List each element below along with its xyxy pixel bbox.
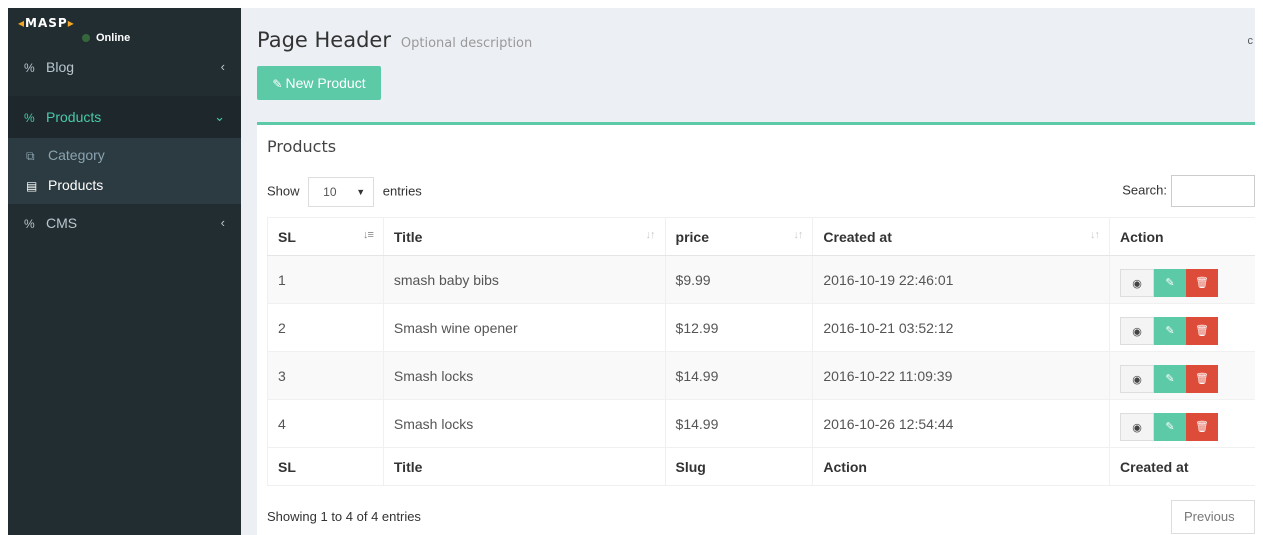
- app-frame: ◂MASP▸ Online % Blog ‹ % Products ⌄ ⧉ Categ…: [8, 8, 1255, 535]
- eye-icon[interactable]: ◉: [1120, 364, 1155, 393]
- footer-action: Action: [812, 447, 1111, 486]
- trash-icon[interactable]: 🗑: [1186, 268, 1219, 297]
- category-icon: ⧉: [26, 149, 35, 163]
- footer-created-at: Created at: [1109, 447, 1255, 486]
- table-row: 1 smash baby bibs $9.99 2016-10-19 22:46…: [267, 255, 1255, 304]
- chevron-left-icon: ‹: [220, 215, 225, 230]
- column-header-title[interactable]: Title ↓↑: [382, 217, 666, 256]
- eye-icon[interactable]: ◉: [1120, 412, 1155, 441]
- trash-icon[interactable]: 🗑: [1186, 316, 1219, 345]
- cell-actions: ◉ ✎ 🗑: [1109, 255, 1255, 304]
- page-title: Page Header: [257, 28, 391, 52]
- cell-actions: ◉ ✎ 🗑: [1109, 303, 1255, 352]
- cell-actions: ◉ ✎ 🗑: [1109, 399, 1255, 448]
- sidebar-item-blog[interactable]: % Blog ‹: [8, 48, 241, 86]
- cell-created-at: 2016-10-22 11:09:39: [812, 351, 1111, 400]
- column-header-price[interactable]: price ↓↑: [664, 217, 814, 256]
- eye-icon[interactable]: ◉: [1120, 268, 1155, 297]
- user-status: Online: [82, 32, 130, 44]
- edit-icon[interactable]: ✎: [1154, 316, 1187, 345]
- box-title: Products: [267, 137, 337, 156]
- entries-select[interactable]: 10 ▼: [308, 177, 375, 207]
- brand-row: ◂MASP▸ Online: [8, 8, 241, 48]
- cell-sl: 2: [267, 303, 384, 352]
- link-icon: %: [24, 217, 35, 231]
- page-description: Optional description: [400, 36, 533, 51]
- table-header-row: SL ↓≡ Title ↓↑ price ↓↑ Created at ↓↑ Action: [267, 217, 1255, 256]
- trash-icon[interactable]: 🗑: [1186, 364, 1219, 393]
- table-footer-row: SL Title Slug Action Created at: [267, 447, 1255, 486]
- cell-actions: ◉ ✎ 🗑: [1109, 351, 1255, 400]
- new-product-button[interactable]: ✎ New Product: [257, 66, 381, 100]
- entries-length: Show 10 ▼ entries: [267, 177, 422, 207]
- cell-sl: 4: [267, 399, 384, 448]
- link-icon: %: [24, 111, 35, 125]
- cell-created-at: 2016-10-19 22:46:01: [812, 255, 1111, 304]
- file-icon: ▤: [26, 179, 38, 193]
- link-icon: %: [24, 61, 35, 75]
- table-row: 2 Smash wine opener $12.99 2016-10-21 03…: [267, 303, 1255, 352]
- content-area: Page Header Optional description c ✎ New …: [241, 8, 1255, 535]
- sidebar-item-cms[interactable]: % CMS ‹: [8, 204, 241, 242]
- sidebar-subitem-category[interactable]: ⧉ Category: [8, 140, 241, 170]
- cell-price: $12.99: [664, 303, 814, 352]
- eye-icon[interactable]: ◉: [1120, 316, 1155, 345]
- sidebar-subitem-products[interactable]: ▤ Products: [8, 170, 241, 200]
- pencil-icon: ✎: [272, 77, 283, 91]
- cell-price: $14.99: [664, 399, 814, 448]
- trash-icon[interactable]: 🗑: [1186, 412, 1219, 441]
- cell-price: $9.99: [664, 255, 814, 304]
- column-header-action: Action: [1109, 217, 1255, 256]
- edit-icon[interactable]: ✎: [1154, 268, 1187, 297]
- sidebar-item-products[interactable]: % Products ⌄: [8, 96, 241, 138]
- cell-sl: 3: [267, 351, 384, 400]
- cell-title: smash baby bibs: [382, 255, 666, 304]
- edit-icon[interactable]: ✎: [1154, 412, 1187, 441]
- products-box: Products Show 10 ▼ entries Search: SL ↓≡ T…: [257, 122, 1255, 535]
- footer-slug: Slug: [664, 447, 814, 486]
- column-header-created-at[interactable]: Created at ↓↑: [812, 217, 1111, 256]
- table-row: 4 Smash locks $14.99 2016-10-26 12:54:44…: [267, 399, 1255, 448]
- cell-title: Smash locks: [382, 399, 666, 448]
- sort-icon: ↓↑: [645, 229, 656, 241]
- sort-icon: ↓↑: [1090, 229, 1100, 241]
- status-dot-icon: [82, 34, 90, 43]
- footer-title: Title: [382, 447, 666, 486]
- products-table: SL ↓≡ Title ↓↑ price ↓↑ Created at ↓↑ Action…: [267, 217, 1255, 486]
- cell-title: Smash wine opener: [382, 303, 666, 352]
- products-submenu: ⧉ Category ▤ Products: [8, 138, 241, 204]
- cell-created-at: 2016-10-21 03:52:12: [812, 303, 1111, 352]
- cell-created-at: 2016-10-26 12:54:44: [812, 399, 1111, 448]
- edit-icon[interactable]: ✎: [1154, 364, 1187, 393]
- page-header: Page Header Optional description: [257, 28, 532, 52]
- sort-icon: ↓↑: [793, 229, 803, 241]
- sort-asc-icon: ↓≡: [362, 229, 374, 241]
- search-input[interactable]: [1171, 175, 1255, 207]
- chevron-left-icon: ‹: [220, 59, 225, 74]
- sidebar: ◂MASP▸ Online % Blog ‹ % Products ⌄ ⧉ Categ…: [8, 8, 241, 535]
- cell-title: Smash locks: [382, 351, 666, 400]
- previous-button[interactable]: Previous: [1171, 500, 1255, 534]
- logo[interactable]: ◂MASP▸: [18, 16, 75, 30]
- table-info: Showing 1 to 4 of 4 entries: [267, 509, 421, 524]
- footer-sl: SL: [267, 447, 384, 486]
- table-row: 3 Smash locks $14.99 2016-10-22 11:09:39…: [267, 351, 1255, 400]
- caret-down-icon: ▼: [356, 187, 366, 197]
- column-header-sl[interactable]: SL ↓≡: [267, 217, 384, 256]
- cell-price: $14.99: [664, 351, 814, 400]
- chevron-down-icon: ⌄: [214, 109, 225, 124]
- search-filter: Search:: [1122, 175, 1255, 207]
- breadcrumb[interactable]: c: [1248, 35, 1254, 47]
- cell-sl: 1: [267, 255, 384, 304]
